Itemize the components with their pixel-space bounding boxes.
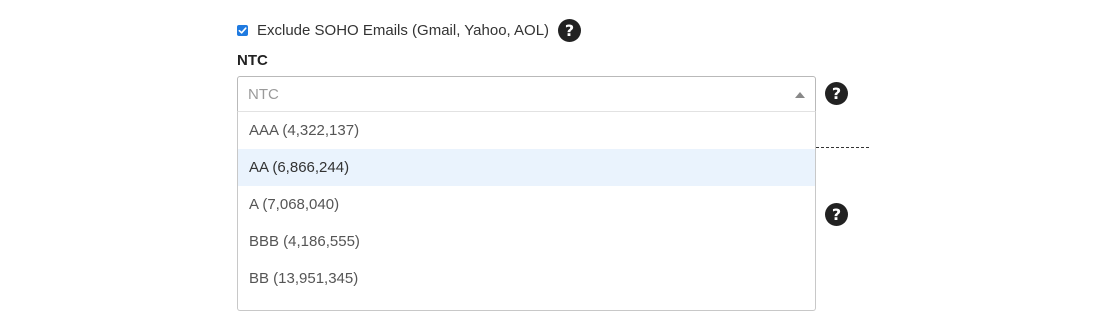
exclude-soho-row: Exclude SOHO Emails (Gmail, Yahoo, AOL) … — [237, 18, 582, 42]
exclude-soho-label: Exclude SOHO Emails (Gmail, Yahoo, AOL) — [257, 21, 550, 39]
dropdown-option-label: AA (6,866,244) — [249, 159, 350, 176]
dropdown-option-label: AAA (4,322,137) — [249, 122, 360, 139]
checkmark-icon — [238, 26, 247, 34]
dropdown-option[interactable]: BB (13,951,345) — [238, 260, 815, 297]
ntc-dropdown-list[interactable]: AAA (4,322,137) AA (6,866,244) A (7,068,… — [237, 111, 816, 311]
dropdown-option-highlighted[interactable]: AA (6,866,244) — [238, 149, 815, 186]
exclude-soho-checkbox[interactable] — [237, 24, 248, 36]
dropdown-option[interactable]: A (7,068,040) — [238, 186, 815, 223]
divider — [816, 147, 869, 148]
question-circle-icon[interactable]: ? — [558, 18, 582, 42]
question-circle-icon[interactable]: ? — [825, 82, 848, 105]
dropdown-option-label: BBB (4,186,555) — [249, 233, 360, 250]
ntc-label: NTC — [237, 52, 268, 69]
form-panel: Exclude SOHO Emails (Gmail, Yahoo, AOL) … — [0, 0, 1100, 336]
caret-up-icon — [795, 92, 805, 98]
dropdown-option[interactable]: BBB (4,186,555) — [238, 223, 815, 260]
ntc-select-placeholder: NTC — [248, 86, 279, 103]
dropdown-option-label: A (7,068,040) — [249, 196, 340, 213]
question-circle-icon[interactable]: ? — [825, 203, 848, 226]
ntc-select[interactable]: NTC — [237, 76, 816, 112]
dropdown-option-label: BB (13,951,345) — [249, 270, 359, 287]
dropdown-option[interactable]: AAA (4,322,137) — [238, 112, 815, 149]
